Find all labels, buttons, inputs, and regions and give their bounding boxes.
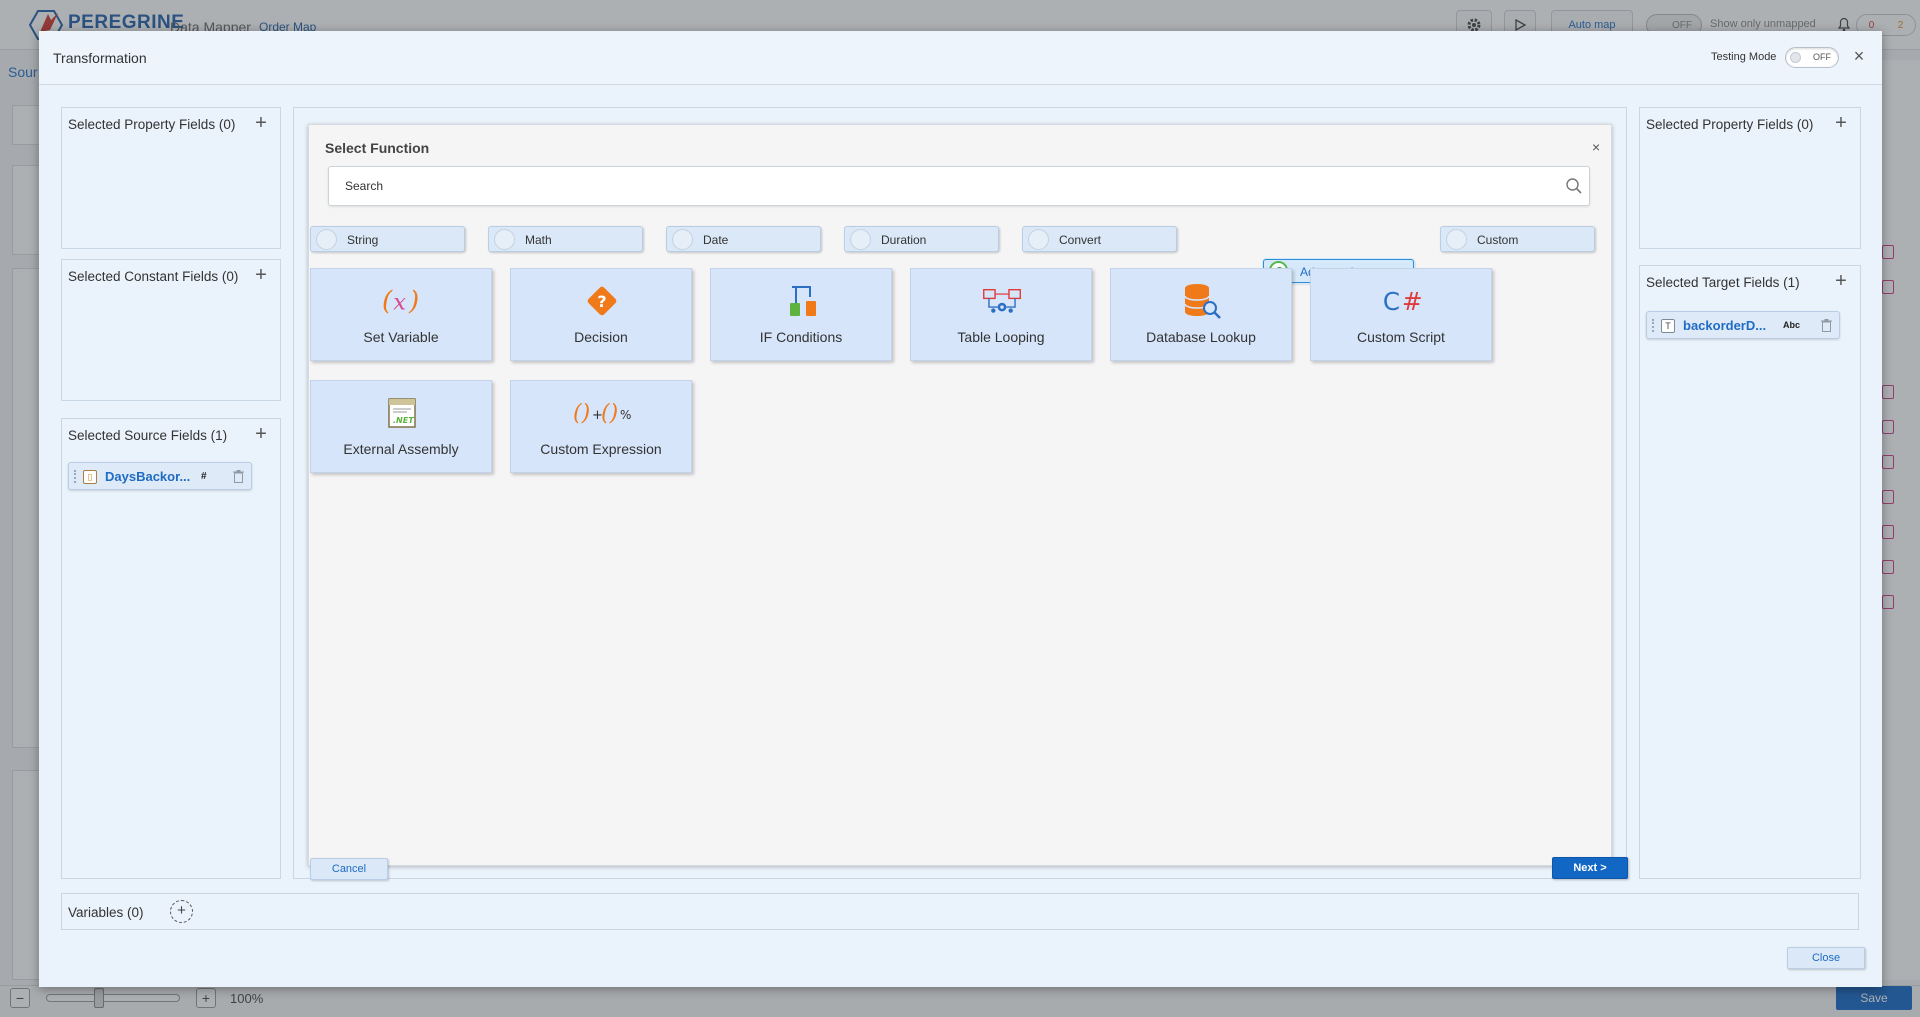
database-lookup-icon xyxy=(1182,283,1222,319)
svg-text:(: ( xyxy=(382,287,393,317)
add-source-field-icon[interactable]: + xyxy=(252,424,270,444)
source-field-name: DaysBackor... xyxy=(105,469,191,484)
add-variable-icon[interactable]: + xyxy=(170,900,193,923)
function-custom-script[interactable]: C # Custom Script xyxy=(1310,268,1492,361)
category-string[interactable]: String xyxy=(310,226,465,252)
next-button[interactable]: Next > xyxy=(1552,857,1628,879)
drag-handle-icon[interactable] xyxy=(74,470,78,483)
panel-title: Selected Target Fields (1) xyxy=(1646,275,1800,290)
function-set-variable[interactable]: (x) Set Variable xyxy=(310,268,492,361)
radio-icon xyxy=(316,229,337,250)
category-date[interactable]: Date xyxy=(666,226,821,252)
function-custom-expression[interactable]: () +()% Custom Expression xyxy=(510,380,692,473)
radio-icon xyxy=(494,229,515,250)
add-property-field-icon[interactable]: + xyxy=(252,113,270,133)
target-field-chip[interactable]: T backorderD... Abc xyxy=(1646,311,1840,339)
svg-text:#: # xyxy=(1402,287,1422,316)
category-label: Custom xyxy=(1477,233,1519,247)
svg-text:x: x xyxy=(393,290,406,316)
search-icon[interactable] xyxy=(1565,177,1583,195)
panel-title: Selected Source Fields (1) xyxy=(68,428,228,443)
cancel-button[interactable]: Cancel xyxy=(310,858,388,880)
svg-text:): ) xyxy=(408,287,419,317)
add-constant-field-icon[interactable]: + xyxy=(252,265,270,285)
trash-icon[interactable] xyxy=(233,470,244,483)
category-label: Math xyxy=(525,233,552,247)
testing-mode-state: OFF xyxy=(1813,52,1831,62)
svg-text:.NET: .NET xyxy=(393,416,414,425)
category-label: Date xyxy=(703,233,729,247)
category-math[interactable]: Math xyxy=(488,226,643,252)
category-label: Duration xyxy=(881,233,927,247)
variables-title: Variables (0) xyxy=(68,905,144,920)
function-label: Table Looping xyxy=(957,329,1045,345)
testing-mode-toggle[interactable]: OFF xyxy=(1785,47,1839,68)
select-function-dialog: Select Function × String Math Date Durat… xyxy=(308,124,1628,880)
numeric-field-icon: ▯ xyxy=(83,470,97,484)
radio-icon xyxy=(1028,229,1049,250)
add-target-field-icon[interactable]: + xyxy=(1832,271,1850,291)
function-search-box xyxy=(328,166,1590,206)
radio-icon xyxy=(672,229,693,250)
source-field-chip[interactable]: ▯ DaysBackor... # xyxy=(68,462,252,490)
select-function-title: Select Function xyxy=(325,140,430,156)
left-property-fields-panel: Selected Property Fields (0) + xyxy=(61,107,281,249)
radio-icon xyxy=(1446,229,1467,250)
drag-handle-icon[interactable] xyxy=(1652,319,1656,332)
function-label: External Assembly xyxy=(343,441,459,457)
table-looping-icon xyxy=(982,283,1022,319)
function-table-looping[interactable]: Table Looping xyxy=(910,268,1092,361)
variables-bar: Variables (0) + xyxy=(61,893,1859,930)
function-label: Custom Expression xyxy=(540,441,662,457)
function-search-input[interactable] xyxy=(329,167,1549,205)
field-type-badge: Abc xyxy=(1783,320,1801,330)
panel-title: Selected Constant Fields (0) xyxy=(68,269,239,284)
svg-text:(): () xyxy=(573,401,590,426)
function-external-assembly[interactable]: .NET External Assembly xyxy=(310,380,492,473)
close-button[interactable]: Close xyxy=(1787,947,1865,969)
svg-text:C: C xyxy=(1383,287,1400,316)
csharp-icon: C # xyxy=(1382,283,1422,319)
select-function-close-icon[interactable]: × xyxy=(1592,139,1600,155)
set-variable-icon: (x) xyxy=(382,283,422,319)
dotnet-assembly-icon: .NET xyxy=(382,395,422,431)
function-if-conditions[interactable]: IF Conditions xyxy=(710,268,892,361)
toggle-knob xyxy=(1790,52,1801,63)
if-conditions-icon xyxy=(782,283,822,319)
svg-text:(): () xyxy=(601,401,618,426)
left-constant-fields-panel: Selected Constant Fields (0) + xyxy=(61,259,281,401)
transformation-modal: Transformation Testing Mode OFF × Select… xyxy=(39,31,1882,987)
decision-icon: ? xyxy=(582,283,622,319)
function-label: Set Variable xyxy=(363,329,439,345)
category-duration[interactable]: Duration xyxy=(844,226,999,252)
panel-title: Selected Property Fields (0) xyxy=(1646,117,1814,132)
trash-icon[interactable] xyxy=(1821,319,1832,332)
modal-title: Transformation xyxy=(53,50,147,66)
modal-header: Transformation Testing Mode OFF × xyxy=(39,31,1882,85)
right-target-fields-panel: Selected Target Fields (1) + T backorder… xyxy=(1639,265,1861,879)
function-database-lookup[interactable]: Database Lookup xyxy=(1110,268,1292,361)
modal-close-icon[interactable]: × xyxy=(1848,45,1870,67)
category-convert[interactable]: Convert xyxy=(1022,226,1177,252)
radio-icon xyxy=(850,229,871,250)
function-label: Decision xyxy=(574,329,628,345)
category-label: String xyxy=(347,233,379,247)
category-custom[interactable]: Custom xyxy=(1440,226,1595,252)
add-property-field-icon[interactable]: + xyxy=(1832,113,1850,133)
testing-mode-label: Testing Mode xyxy=(1711,51,1777,63)
field-type-badge: # xyxy=(201,471,207,482)
svg-text:%: % xyxy=(620,408,631,422)
function-label: Database Lookup xyxy=(1146,329,1256,345)
left-source-fields-panel: Selected Source Fields (1) + ▯ DaysBacko… xyxy=(61,418,281,879)
custom-expression-icon: () +()% xyxy=(573,395,633,431)
right-property-fields-panel: Selected Property Fields (0) + xyxy=(1639,107,1861,249)
function-label: Custom Script xyxy=(1357,329,1445,345)
svg-text:?: ? xyxy=(597,292,606,311)
category-label: Convert xyxy=(1059,233,1102,247)
function-decision[interactable]: ? Decision xyxy=(510,268,692,361)
text-field-icon: T xyxy=(1661,319,1675,333)
target-field-name: backorderD... xyxy=(1683,318,1767,333)
function-label: IF Conditions xyxy=(759,329,843,345)
panel-title: Selected Property Fields (0) xyxy=(68,117,236,132)
